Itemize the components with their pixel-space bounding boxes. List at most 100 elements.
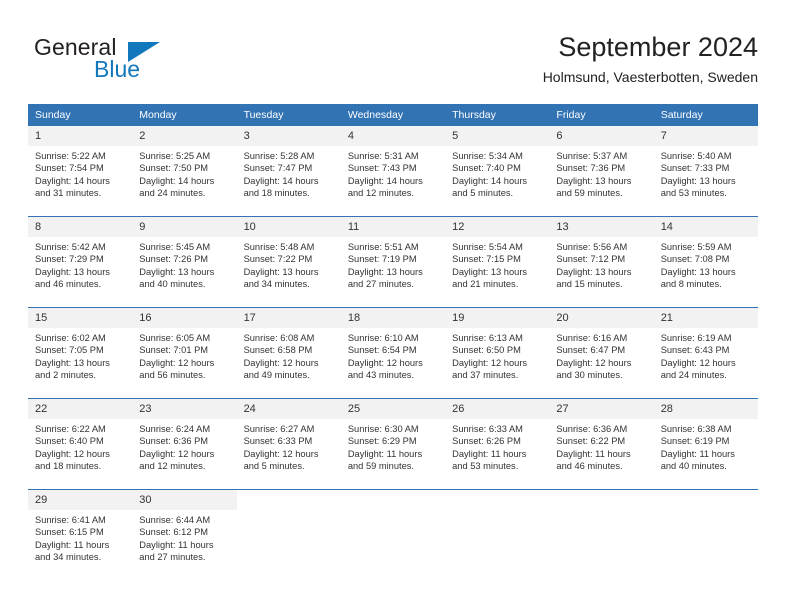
calendar-day-cell[interactable]: 11 Sunrise: 5:51 AM Sunset: 7:19 PM Dayl… bbox=[340, 216, 446, 308]
daylight-text-line1: Daylight: 13 hours bbox=[660, 175, 736, 186]
calendar-day-cell[interactable]: 27 Sunrise: 6:36 AM Sunset: 6:22 PM Dayl… bbox=[549, 398, 654, 490]
sunset-text: Sunset: 6:26 PM bbox=[452, 436, 521, 447]
daylight-text-line1: Daylight: 14 hours bbox=[452, 175, 528, 186]
calendar-day-cell[interactable]: 12 Sunrise: 5:54 AM Sunset: 7:15 PM Dayl… bbox=[445, 216, 550, 308]
calendar-day-cell-empty bbox=[653, 489, 758, 580]
day-details: Sunrise: 5:48 AM Sunset: 7:22 PM Dayligh… bbox=[237, 237, 341, 291]
sunrise-text: Sunrise: 6:16 AM bbox=[556, 333, 628, 343]
daylight-text-line2: and 15 minutes. bbox=[556, 279, 623, 290]
sunrise-text: Sunrise: 6:19 AM bbox=[660, 333, 732, 343]
calendar-day-cell-empty bbox=[445, 489, 550, 580]
brand-logo[interactable]: General Blue bbox=[34, 34, 194, 92]
daylight-text-line1: Daylight: 11 hours bbox=[452, 448, 527, 459]
calendar-week-row: 1 Sunrise: 5:22 AM Sunset: 7:54 PM Dayli… bbox=[28, 126, 758, 217]
sunrise-text: Sunrise: 6:05 AM bbox=[139, 333, 211, 343]
day-number: 13 bbox=[549, 217, 654, 237]
calendar-day-cell[interactable]: 3 Sunrise: 5:28 AM Sunset: 7:47 PM Dayli… bbox=[236, 126, 341, 217]
day-details: Sunrise: 6:24 AM Sunset: 6:36 PM Dayligh… bbox=[132, 419, 236, 473]
calendar-day-cell[interactable]: 6 Sunrise: 5:37 AM Sunset: 7:36 PM Dayli… bbox=[549, 126, 654, 217]
sunrise-text: Sunrise: 5:42 AM bbox=[35, 242, 106, 252]
sunset-text: Sunset: 6:15 PM bbox=[35, 527, 104, 538]
daylight-text-line2: and 8 minutes. bbox=[660, 279, 722, 290]
weekday-header-friday: Friday bbox=[549, 104, 654, 126]
daylight-text-line1: Daylight: 13 hours bbox=[556, 175, 632, 186]
calendar-day-cell[interactable]: 7 Sunrise: 5:40 AM Sunset: 7:33 PM Dayli… bbox=[653, 126, 758, 217]
calendar-day-cell[interactable]: 15 Sunrise: 6:02 AM Sunset: 7:05 PM Dayl… bbox=[28, 307, 133, 399]
calendar-day-cell[interactable]: 24 Sunrise: 6:27 AM Sunset: 6:33 PM Dayl… bbox=[236, 398, 341, 490]
sunrise-text: Sunrise: 5:34 AM bbox=[452, 151, 523, 161]
daylight-text-line1: Daylight: 11 hours bbox=[35, 539, 110, 550]
calendar-day-cell[interactable]: 9 Sunrise: 5:45 AM Sunset: 7:26 PM Dayli… bbox=[132, 216, 237, 308]
day-number: 6 bbox=[549, 126, 654, 146]
daylight-text-line2: and 18 minutes. bbox=[35, 461, 102, 472]
day-details: Sunrise: 5:54 AM Sunset: 7:15 PM Dayligh… bbox=[445, 237, 549, 291]
calendar-day-cell[interactable]: 1 Sunrise: 5:22 AM Sunset: 7:54 PM Dayli… bbox=[28, 126, 133, 217]
day-details: Sunrise: 5:31 AM Sunset: 7:43 PM Dayligh… bbox=[341, 146, 445, 200]
daylight-text-line1: Daylight: 12 hours bbox=[556, 357, 632, 368]
daylight-text-line2: and 30 minutes. bbox=[556, 370, 623, 381]
day-number: 14 bbox=[653, 217, 758, 237]
calendar-day-cell[interactable]: 18 Sunrise: 6:10 AM Sunset: 6:54 PM Dayl… bbox=[340, 307, 446, 399]
daylight-text-line2: and 5 minutes. bbox=[243, 461, 305, 472]
calendar-day-cell[interactable]: 4 Sunrise: 5:31 AM Sunset: 7:43 PM Dayli… bbox=[340, 126, 446, 217]
daylight-text-line1: Daylight: 12 hours bbox=[243, 448, 319, 459]
sunrise-text: Sunrise: 5:25 AM bbox=[139, 151, 211, 161]
day-details bbox=[341, 510, 445, 514]
day-details: Sunrise: 5:25 AM Sunset: 7:50 PM Dayligh… bbox=[132, 146, 236, 200]
calendar-day-cell[interactable]: 25 Sunrise: 6:30 AM Sunset: 6:29 PM Dayl… bbox=[340, 398, 446, 490]
day-number: 15 bbox=[28, 308, 133, 328]
calendar-day-cell[interactable]: 2 Sunrise: 5:25 AM Sunset: 7:50 PM Dayli… bbox=[132, 126, 237, 217]
day-number: 10 bbox=[236, 217, 341, 237]
day-number: 4 bbox=[340, 126, 446, 146]
calendar-week-row: 8 Sunrise: 5:42 AM Sunset: 7:29 PM Dayli… bbox=[28, 216, 758, 308]
daylight-text-line1: Daylight: 13 hours bbox=[660, 266, 736, 277]
calendar-day-cell[interactable]: 5 Sunrise: 5:34 AM Sunset: 7:40 PM Dayli… bbox=[445, 126, 550, 217]
sunset-text: Sunset: 7:22 PM bbox=[243, 254, 313, 265]
sunrise-text: Sunrise: 6:02 AM bbox=[35, 333, 106, 343]
day-details: Sunrise: 5:28 AM Sunset: 7:47 PM Dayligh… bbox=[237, 146, 341, 200]
day-details bbox=[237, 510, 341, 514]
calendar-day-cell[interactable]: 17 Sunrise: 6:08 AM Sunset: 6:58 PM Dayl… bbox=[236, 307, 341, 399]
calendar-day-cell[interactable]: 13 Sunrise: 5:56 AM Sunset: 7:12 PM Dayl… bbox=[549, 216, 654, 308]
calendar-day-cell[interactable]: 10 Sunrise: 5:48 AM Sunset: 7:22 PM Dayl… bbox=[236, 216, 341, 308]
sunset-text: Sunset: 7:01 PM bbox=[139, 345, 209, 356]
daylight-text-line1: Daylight: 14 hours bbox=[347, 175, 423, 186]
day-details: Sunrise: 5:59 AM Sunset: 7:08 PM Dayligh… bbox=[654, 237, 758, 291]
daylight-text-line2: and 27 minutes. bbox=[139, 552, 206, 563]
calendar-day-cell[interactable]: 14 Sunrise: 5:59 AM Sunset: 7:08 PM Dayl… bbox=[653, 216, 758, 308]
day-details: Sunrise: 6:16 AM Sunset: 6:47 PM Dayligh… bbox=[549, 328, 653, 382]
calendar-day-cell[interactable]: 20 Sunrise: 6:16 AM Sunset: 6:47 PM Dayl… bbox=[549, 307, 654, 399]
calendar-day-cell[interactable]: 26 Sunrise: 6:33 AM Sunset: 6:26 PM Dayl… bbox=[445, 398, 550, 490]
day-details: Sunrise: 6:44 AM Sunset: 6:12 PM Dayligh… bbox=[132, 510, 236, 564]
weekday-header-sunday: Sunday bbox=[28, 104, 133, 126]
daylight-text-line1: Daylight: 13 hours bbox=[35, 357, 110, 368]
daylight-text-line2: and 40 minutes. bbox=[139, 279, 206, 290]
sunset-text: Sunset: 7:47 PM bbox=[243, 163, 313, 174]
sunrise-text: Sunrise: 5:59 AM bbox=[660, 242, 732, 252]
daylight-text-line2: and 43 minutes. bbox=[347, 370, 414, 381]
calendar-day-cell[interactable]: 23 Sunrise: 6:24 AM Sunset: 6:36 PM Dayl… bbox=[132, 398, 237, 490]
calendar-day-cell[interactable]: 8 Sunrise: 5:42 AM Sunset: 7:29 PM Dayli… bbox=[28, 216, 133, 308]
sunset-text: Sunset: 7:29 PM bbox=[35, 254, 104, 265]
calendar-day-cell[interactable]: 28 Sunrise: 6:38 AM Sunset: 6:19 PM Dayl… bbox=[653, 398, 758, 490]
daylight-text-line2: and 56 minutes. bbox=[139, 370, 206, 381]
daylight-text-line1: Daylight: 12 hours bbox=[243, 357, 319, 368]
title-block: September 2024 Holmsund, Vaesterbotten, … bbox=[543, 30, 758, 87]
calendar-day-cell[interactable]: 29 Sunrise: 6:41 AM Sunset: 6:15 PM Dayl… bbox=[28, 489, 133, 580]
sunrise-text: Sunrise: 5:48 AM bbox=[243, 242, 315, 252]
day-details: Sunrise: 5:34 AM Sunset: 7:40 PM Dayligh… bbox=[445, 146, 549, 200]
calendar-day-cell[interactable]: 19 Sunrise: 6:13 AM Sunset: 6:50 PM Dayl… bbox=[445, 307, 550, 399]
daylight-text-line2: and 34 minutes. bbox=[35, 552, 102, 563]
calendar-day-cell-empty bbox=[236, 489, 341, 580]
day-details: Sunrise: 6:10 AM Sunset: 6:54 PM Dayligh… bbox=[341, 328, 445, 382]
sunset-text: Sunset: 6:54 PM bbox=[347, 345, 417, 356]
calendar-day-cell[interactable]: 30 Sunrise: 6:44 AM Sunset: 6:12 PM Dayl… bbox=[132, 489, 237, 580]
calendar-day-cell[interactable]: 22 Sunrise: 6:22 AM Sunset: 6:40 PM Dayl… bbox=[28, 398, 133, 490]
sunrise-text: Sunrise: 5:54 AM bbox=[452, 242, 523, 252]
calendar-day-cell[interactable]: 16 Sunrise: 6:05 AM Sunset: 7:01 PM Dayl… bbox=[132, 307, 237, 399]
sunset-text: Sunset: 7:12 PM bbox=[556, 254, 626, 265]
brand-name-blue: Blue bbox=[94, 56, 141, 82]
day-details: Sunrise: 5:22 AM Sunset: 7:54 PM Dayligh… bbox=[28, 146, 132, 200]
sunrise-text: Sunrise: 6:13 AM bbox=[452, 333, 523, 343]
calendar-day-cell[interactable]: 21 Sunrise: 6:19 AM Sunset: 6:43 PM Dayl… bbox=[653, 307, 758, 399]
